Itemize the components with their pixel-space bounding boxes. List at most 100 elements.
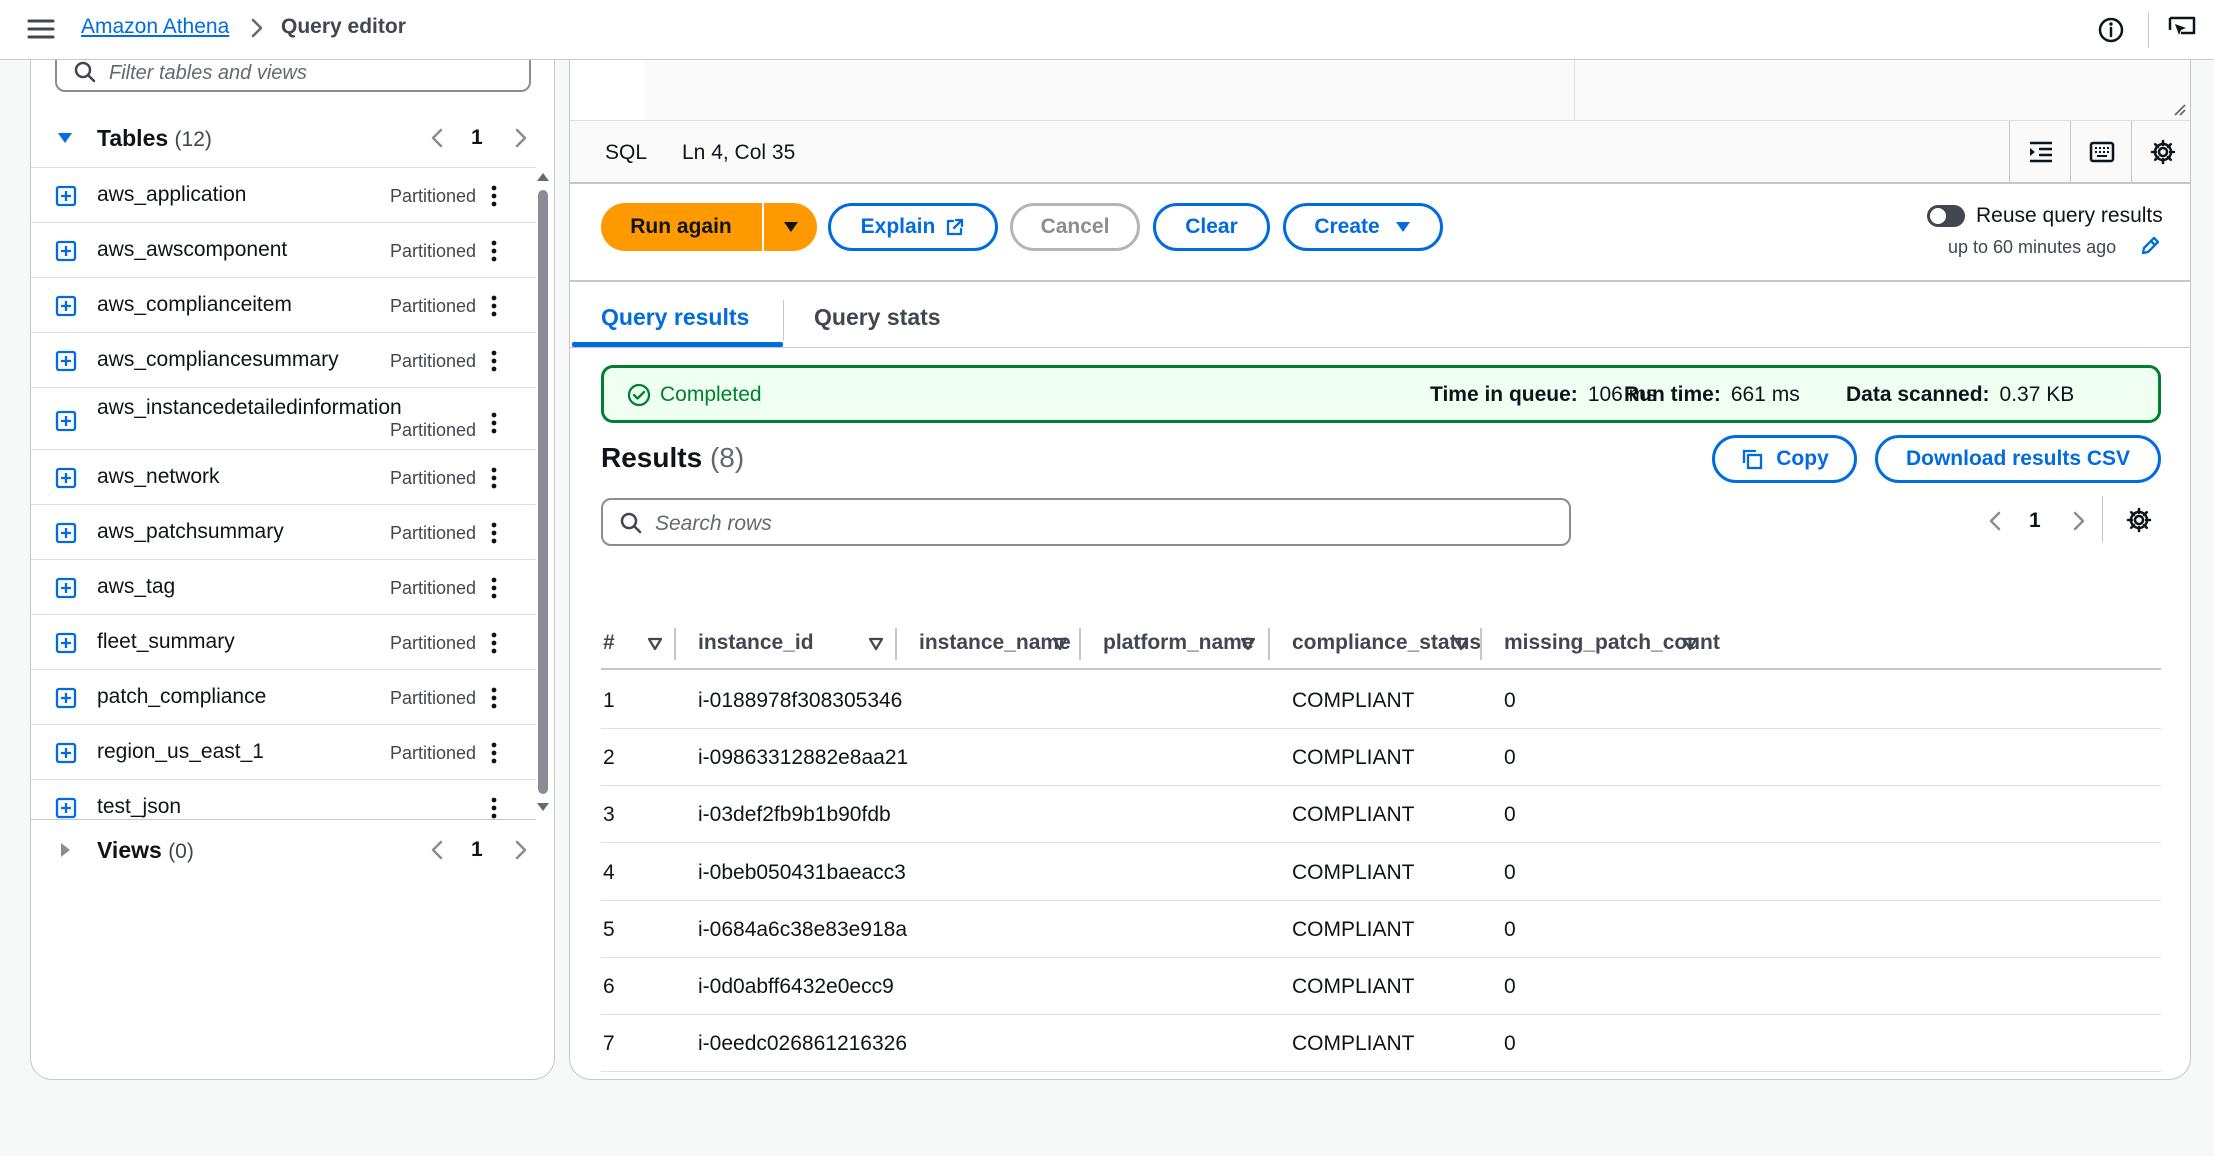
- table-row[interactable]: patch_compliance Partitioned: [31, 670, 536, 725]
- sort-caret-icon[interactable]: [1452, 636, 1470, 652]
- chevron-left-icon[interactable]: [426, 125, 448, 151]
- plus-square-icon[interactable]: [55, 410, 77, 432]
- plus-square-icon[interactable]: [55, 240, 77, 262]
- table-row[interactable]: 2 i-09863312882e8aa21 COMPLIANT 0: [601, 729, 2161, 787]
- sort-caret-icon[interactable]: [867, 636, 885, 652]
- tables-scrollbar[interactable]: [535, 170, 551, 814]
- column-resize-handle[interactable]: [1268, 628, 1270, 660]
- sort-caret-icon[interactable]: [1051, 636, 1069, 652]
- breadcrumb-amazon-athena[interactable]: Amazon Athena: [81, 15, 229, 39]
- column-resize-handle[interactable]: [674, 628, 676, 660]
- results-page-number[interactable]: 1: [2029, 509, 2041, 533]
- caret-right-icon[interactable]: [55, 840, 75, 860]
- column-resize-handle[interactable]: [895, 628, 897, 660]
- plus-square-icon[interactable]: [55, 797, 77, 819]
- tables-page-number[interactable]: 1: [471, 126, 483, 150]
- table-row[interactable]: aws_instancedetailedinformation Partition…: [31, 388, 536, 450]
- pencil-icon[interactable]: [2139, 235, 2161, 257]
- more-actions-icon[interactable]: [487, 348, 501, 374]
- column-resize-handle[interactable]: [1480, 628, 1482, 660]
- create-button[interactable]: Create: [1283, 203, 1443, 251]
- chevron-right-icon[interactable]: [2068, 508, 2090, 534]
- column-header-instance-id[interactable]: instance_id: [601, 616, 2161, 670]
- scroll-up-icon[interactable]: [535, 170, 551, 184]
- table-row[interactable]: aws_application Partitioned: [31, 168, 536, 223]
- table-row[interactable]: aws_compliancesummary Partitioned: [31, 333, 536, 388]
- more-actions-icon[interactable]: [487, 685, 501, 711]
- column-header-instance-name[interactable]: instance_name: [601, 616, 2161, 670]
- gear-icon[interactable]: [2125, 506, 2153, 534]
- plus-square-icon[interactable]: [55, 632, 77, 654]
- column-header-row-number[interactable]: #: [601, 616, 2161, 670]
- screen-cursor-icon[interactable]: [2166, 13, 2198, 45]
- table-row[interactable]: aws_patchsummary Partitioned: [31, 505, 536, 560]
- more-actions-icon[interactable]: [487, 630, 501, 656]
- scroll-down-icon[interactable]: [535, 800, 551, 814]
- table-row[interactable]: 8i-0d946bbf78b7fb91bCOMPLIANT0: [601, 1072, 2161, 1079]
- chevron-left-icon[interactable]: [1984, 508, 2006, 534]
- column-resize-handle[interactable]: [1079, 628, 1081, 660]
- download-csv-button[interactable]: Download results CSV: [1875, 435, 2161, 483]
- plus-square-icon[interactable]: [55, 350, 77, 372]
- plus-square-icon[interactable]: [55, 295, 77, 317]
- more-actions-icon[interactable]: [487, 795, 501, 819]
- sort-caret-icon[interactable]: [1681, 636, 1699, 652]
- more-actions-icon[interactable]: [487, 293, 501, 319]
- more-actions-icon[interactable]: [487, 183, 501, 209]
- explain-button[interactable]: Explain: [828, 203, 998, 251]
- table-row[interactable]: 5 i-0684a6c38e83e918a COMPLIANT 0: [601, 901, 2161, 958]
- views-section-header[interactable]: Views (0) 1: [31, 822, 554, 878]
- reuse-results-toggle[interactable]: [1927, 205, 1965, 227]
- plus-square-icon[interactable]: [55, 687, 77, 709]
- table-row[interactable]: region_us_east_1 Partitioned: [31, 725, 536, 780]
- plus-square-icon[interactable]: [55, 467, 77, 489]
- column-header-missing-patch-count[interactable]: missing_patch_count: [601, 616, 2161, 670]
- table-row[interactable]: 3 i-03def2fb9b1b90fdb COMPLIANT 0: [601, 786, 2161, 844]
- more-actions-icon[interactable]: [487, 465, 501, 491]
- table-row[interactable]: 1 i-0188978f308305346 COMPLIANT 0: [601, 672, 2161, 729]
- chevron-right-icon[interactable]: [510, 125, 532, 151]
- plus-square-icon[interactable]: [55, 577, 77, 599]
- plus-square-icon[interactable]: [55, 185, 77, 207]
- keyboard-shortcuts-button[interactable]: [2070, 121, 2131, 183]
- plus-square-icon[interactable]: [55, 742, 77, 764]
- filter-tables-input[interactable]: Filter tables and views: [55, 60, 531, 92]
- chevron-left-icon[interactable]: [426, 837, 448, 863]
- column-header-platform-name[interactable]: platform_name: [601, 616, 2161, 670]
- more-actions-icon[interactable]: [487, 520, 501, 546]
- more-actions-icon[interactable]: [487, 410, 501, 436]
- table-row[interactable]: 6 i-0d0abff6432e0ecc9 COMPLIANT 0: [601, 958, 2161, 1015]
- sort-caret-icon[interactable]: [1239, 636, 1257, 652]
- sql-editor[interactable]: [570, 60, 2190, 120]
- caret-down-icon[interactable]: [782, 219, 800, 235]
- format-query-button[interactable]: [2009, 121, 2070, 183]
- table-row[interactable]: 7 i-0eedc026861216326 COMPLIANT 0: [601, 1015, 2161, 1073]
- more-actions-icon[interactable]: [487, 238, 501, 264]
- plus-square-icon[interactable]: [55, 522, 77, 544]
- editor-settings-button[interactable]: [2131, 121, 2190, 183]
- sort-caret-icon[interactable]: [646, 636, 664, 652]
- run-again-button[interactable]: Run again: [601, 203, 817, 251]
- views-page-number[interactable]: 1: [471, 838, 483, 862]
- table-row[interactable]: aws_complianceitem Partitioned: [31, 278, 536, 333]
- caret-down-icon[interactable]: [55, 128, 75, 148]
- table-row[interactable]: aws_tag Partitioned: [31, 560, 536, 615]
- resize-handle-icon[interactable]: [2170, 100, 2186, 116]
- scrollbar-thumb[interactable]: [538, 190, 548, 794]
- cancel-button[interactable]: Cancel: [1010, 203, 1140, 251]
- tab-query-stats[interactable]: Query stats: [814, 304, 941, 331]
- table-row[interactable]: aws_awscomponent Partitioned: [31, 223, 536, 278]
- table-row[interactable]: 4 i-0beb050431baeacc3 COMPLIANT 0: [601, 844, 2161, 901]
- more-actions-icon[interactable]: [487, 575, 501, 601]
- menu-icon[interactable]: [24, 14, 58, 44]
- table-row[interactable]: test_json: [31, 780, 536, 819]
- clear-button[interactable]: Clear: [1153, 203, 1270, 251]
- chevron-right-icon[interactable]: [510, 837, 532, 863]
- table-row[interactable]: fleet_summary Partitioned: [31, 615, 536, 670]
- tab-query-results[interactable]: Query results: [601, 304, 749, 331]
- search-rows-input[interactable]: Search rows: [601, 498, 1571, 546]
- info-icon[interactable]: [2096, 15, 2126, 45]
- more-actions-icon[interactable]: [487, 740, 501, 766]
- table-row[interactable]: aws_network Partitioned: [31, 450, 536, 505]
- copy-results-button[interactable]: Copy: [1712, 435, 1857, 483]
